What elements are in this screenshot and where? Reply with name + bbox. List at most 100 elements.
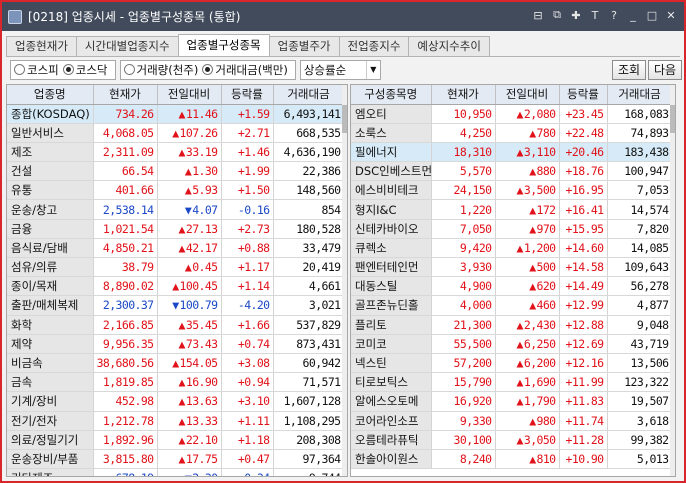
trading-value-cell: 20,419	[273, 257, 345, 278]
rate-cell: +22.48	[559, 123, 608, 143]
next-button[interactable]: 다음	[648, 60, 683, 80]
table-row[interactable]: 일반서비스 4,068.05 ▲107.26 +2.71 668,535	[7, 123, 345, 143]
table-row[interactable]: 전기/전자 1,212.78 ▲13.33 +1.11 1,108,295	[7, 411, 345, 431]
radio-indicator	[62, 64, 74, 75]
up-triangle-icon: ▲	[516, 240, 524, 255]
table-row[interactable]: 대동스틸 4,900 ▲620 +14.49 56,278	[351, 276, 673, 297]
constituent-header-2[interactable]: 전일대비	[495, 85, 560, 105]
sector-header-0[interactable]: 업종명	[7, 85, 94, 105]
table-row[interactable]: 엠오티 10,950 ▲2,080 +23.45 168,083	[351, 104, 673, 124]
tab-sector-constituents[interactable]: 업종별구성종목	[177, 34, 270, 56]
sort-order-select[interactable]: 상승률순 ▼	[299, 59, 381, 80]
table-row[interactable]: 알에스오토메 16,920 ▲1,790 +11.83 19,507	[351, 391, 673, 412]
sector-name-cell: 화학	[7, 315, 94, 335]
trading-value-cell: 1,108,295	[273, 411, 345, 431]
table-row[interactable]: 소룩스 4,250 ▲780 +22.48 74,893	[351, 123, 673, 143]
constituent-name-cell: 신테카바이오	[351, 219, 432, 239]
table-row[interactable]: 넥스틴 57,200 ▲6,200 +12.16 13,506	[351, 353, 673, 374]
constituent-header-1[interactable]: 현재가	[431, 85, 496, 105]
sector-header-2[interactable]: 전일대비	[157, 85, 222, 105]
change-cell: ▲154.05	[157, 353, 222, 374]
sector-header-4[interactable]: 거래대금	[273, 85, 345, 105]
query-button[interactable]: 조회	[612, 60, 647, 80]
kospi-radio[interactable]: 코스피	[14, 62, 59, 78]
tab-sector-price[interactable]: 업종현재가	[6, 36, 77, 56]
table-row[interactable]: 금속 1,819.85 ▲16.90 +0.94 71,571	[7, 372, 345, 393]
trading-value-radio[interactable]: 거래대금(백만)	[202, 62, 288, 78]
table-row[interactable]: 티로보틱스 15,790 ▲1,690 +11.99 123,322	[351, 372, 673, 393]
trading-value-cell: 100,947	[607, 161, 673, 182]
up-triangle-icon: ▲	[529, 125, 536, 140]
table-row[interactable]: 오름테라퓨틱 30,100 ▲3,050 +11.28 99,382	[351, 430, 673, 450]
change-cell: ▲172	[495, 199, 560, 220]
sector-name-cell: 제조	[7, 142, 94, 163]
table-row[interactable]: 한솔아이원스 8,240 ▲810 +10.90 5,013	[351, 449, 673, 470]
up-triangle-icon: ▲	[529, 298, 536, 313]
maximize-icon[interactable]: □	[645, 8, 659, 22]
table-row[interactable]: 제약 9,956.35 ▲73.43 +0.74 873,431	[7, 334, 345, 354]
change-value: 16.90	[185, 375, 218, 390]
link-icon[interactable]: ⊟	[531, 8, 545, 22]
pin-icon[interactable]: ✚	[569, 8, 583, 22]
table-row[interactable]: 코미코 55,500 ▲6,250 +12.69 43,719	[351, 334, 673, 354]
font-icon[interactable]: T	[588, 8, 602, 22]
tab-hourly-index[interactable]: 시간대별업종지수	[75, 36, 179, 56]
change-value: 100.79	[179, 298, 219, 313]
price-cell: 9,420	[431, 238, 496, 259]
change-cell: ▲27.13	[157, 219, 222, 239]
table-row[interactable]: 골프존뉴딘홀 4,000 ▲460 +12.99 4,877	[351, 295, 673, 316]
table-row[interactable]: 종이/목재 8,890.02 ▲100.45 +1.14 4,661	[7, 276, 345, 297]
table-row[interactable]: 섬유/의류 38.79 ▲0.45 +1.17 20,419	[7, 257, 345, 278]
copy-window-icon[interactable]: ⧉	[550, 8, 564, 22]
table-row[interactable]: 기타제조678.19▼2.30-0.349,744	[7, 468, 345, 476]
table-row[interactable]: 형지I&C 1,220 ▲172 +16.41 14,574	[351, 199, 673, 220]
sector-table-scrollbar[interactable]	[342, 85, 347, 476]
table-row[interactable]: 플리토 21,300 ▲2,430 +12.88 9,048	[351, 315, 673, 335]
change-value: 42.17	[185, 240, 218, 255]
table-row[interactable]: 필에너지 18,310 ▲3,110 +20.46 183,438	[351, 142, 673, 163]
rate-cell: +10.90	[559, 449, 608, 470]
table-row[interactable]: 운송/창고 2,538.14 ▼4.07 -0.16 854	[7, 199, 345, 220]
tab-all-sector-index[interactable]: 전업종지수	[338, 36, 410, 56]
change-cell: ▲620	[495, 276, 560, 297]
tab-expected-index[interactable]: 예상지수추이	[408, 36, 490, 56]
volume-radio[interactable]: 거래량(천주)	[123, 62, 198, 78]
rate-cell: +1.11	[221, 411, 274, 431]
constituent-header-0[interactable]: 구성종목명	[351, 85, 432, 105]
change-cell: ▲35.45	[157, 315, 222, 335]
table-row[interactable]: 코어라인소프 9,330 ▲980 +11.74 3,618	[351, 411, 673, 431]
rate-cell: +16.41	[559, 199, 608, 220]
constituent-table-scrollbar[interactable]	[670, 85, 675, 476]
help-icon[interactable]: ?	[607, 8, 621, 22]
kosdaq-radio[interactable]: 코스닥	[62, 62, 108, 78]
constituent-header-4[interactable]: 거래대금	[607, 85, 673, 105]
sector-header-1[interactable]: 현재가	[93, 85, 158, 105]
table-row[interactable]: 의료/정밀기기 1,892.96 ▲22.10 +1.18 208,308	[7, 430, 345, 450]
table-row[interactable]: 금융 1,021.54 ▲27.13 +2.73 180,528	[7, 219, 345, 239]
table-row[interactable]: 화학 2,166.85 ▲35.45 +1.66 537,829	[7, 315, 345, 335]
minimize-icon[interactable]: _	[626, 8, 640, 22]
constituent-header-3[interactable]: 등락률	[559, 85, 608, 105]
table-row[interactable]: 유통 401.66 ▲5.93 +1.50 148,560	[7, 180, 345, 201]
table-row[interactable]: 건설 66.54 ▲1.30 +1.99 22,386	[7, 161, 345, 182]
table-row[interactable]: 제조 2,311.09 ▲33.19 +1.46 4,636,190	[7, 142, 345, 163]
table-row[interactable]: 운송장비/부품 3,815.80 ▲17.75 +0.47 97,364	[7, 449, 345, 470]
table-row[interactable]: 종합(KOSDAQ) 734.26 ▲11.46 +1.59 6,493,141	[7, 104, 345, 124]
table-row[interactable]: 큐렉소 9,420 ▲1,200 +14.60 14,085	[351, 238, 673, 259]
table-row[interactable]: 에스비비테크 24,150 ▲3,500 +16.95 7,053	[351, 180, 673, 201]
table-row[interactable]: 음식료/담배 4,850.21 ▲42.17 +0.88 33,479	[7, 238, 345, 259]
up-triangle-icon: ▲	[178, 221, 186, 236]
rate-cell: +3.08	[221, 353, 274, 374]
table-row[interactable]: 기계/장비 452.98 ▲13.63 +3.10 1,607,128	[7, 391, 345, 412]
table-row[interactable]: 비금속 38,680.56 ▲154.05 +3.08 60,942	[7, 353, 345, 374]
table-row[interactable]: 출판/매체복제 2,300.37 ▼100.79 -4.20 3,021	[7, 295, 345, 316]
change-value: 22.10	[185, 432, 218, 447]
app-icon	[8, 9, 22, 24]
table-row[interactable]: 팬엔터테인먼 3,930 ▲500 +14.58 109,643	[351, 257, 673, 278]
table-row[interactable]: 신테카바이오 7,050 ▲970 +15.95 7,820	[351, 219, 673, 239]
chevron-down-icon[interactable]: ▼	[365, 60, 380, 79]
table-row[interactable]: DSC인베스트먼 5,570 ▲880 +18.76 100,947	[351, 161, 673, 182]
close-icon[interactable]: ✕	[664, 8, 678, 22]
sector-header-3[interactable]: 등락률	[221, 85, 274, 105]
tab-sector-stock-price[interactable]: 업종별주가	[268, 36, 340, 56]
